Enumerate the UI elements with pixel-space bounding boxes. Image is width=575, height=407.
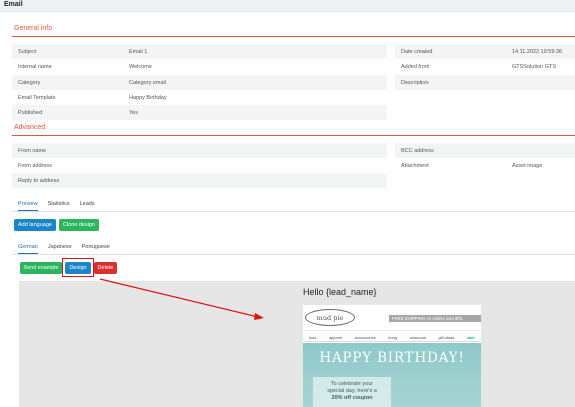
category-item: accessories (354, 334, 376, 340)
category-item: gift ideas (438, 334, 455, 340)
info-value: Email 1 (129, 48, 148, 55)
coupon-line: To celebrate your (330, 381, 374, 387)
adv-row-from-address: From address (12, 158, 387, 173)
info-row-added-from: Added from GTSSolution GTS (395, 59, 575, 74)
info-label: Internal name (18, 63, 52, 70)
main-tabs-divider (12, 211, 575, 212)
coupon-line: special day, here's a (327, 388, 377, 394)
tab-german[interactable]: German (18, 244, 38, 254)
tab-leads[interactable]: Leads (80, 201, 95, 211)
info-label: Category (18, 79, 41, 86)
info-row-category: Category Category email (12, 75, 387, 90)
adv-row-reply-to: Reply to address (12, 173, 387, 188)
add-language-button[interactable]: Add language (14, 219, 56, 231)
adv-row-bcc: BCC address (395, 143, 575, 158)
brand-logo: mud pie (305, 309, 355, 326)
design-button-highlight (62, 258, 94, 277)
coupon-card: To celebrate your special day, here's a … (313, 377, 391, 407)
info-row-internal-name: Internal name Welcome (12, 59, 387, 74)
info-row-email-template: Email Template Happy Birthday (12, 90, 387, 105)
advanced-divider (12, 135, 575, 136)
birthday-headline: HAPPY BIRTHDAY! (319, 350, 465, 366)
adv-row-attachment: Attachment Asset image (395, 158, 575, 173)
info-label: Description (401, 79, 429, 86)
info-label: Date created (401, 48, 433, 55)
delete-button[interactable]: Delete (94, 262, 117, 274)
category-item: apparel (328, 334, 343, 340)
birthday-banner: HAPPY BIRTHDAY! To celebrate your specia… (303, 343, 481, 407)
email-preview: mud pie FREE SHIPPING on orders over $75… (303, 305, 481, 407)
window-title: Email (4, 1, 23, 8)
adv-label: BCC address (401, 147, 434, 154)
general-info-heading: General info (14, 25, 53, 32)
info-row-date-created: Date created 14.11.2022 10:59:36 (395, 44, 575, 59)
adv-row-from-name: From name (12, 143, 387, 158)
tab-japanese[interactable]: Japanese (48, 244, 72, 254)
info-label: Published (18, 109, 43, 116)
info-label: Added from (401, 63, 430, 70)
category-item-sale: sale (466, 334, 475, 340)
info-value: 14.11.2022 10:59:36 (512, 48, 563, 55)
info-row-subject: Subject Email 1 (12, 44, 387, 59)
category-item: kids (309, 334, 317, 340)
window-title-bar: Email (0, 0, 575, 12)
tab-portuguese[interactable]: Portuguese (82, 244, 110, 254)
tab-preview[interactable]: Preview (18, 201, 38, 211)
info-value: GTSSolution GTS (512, 63, 557, 70)
main-tabs: Preview Statistics Leads (18, 201, 105, 211)
email-greeting: Hello {lead_name} (303, 287, 377, 297)
email-preview-area (19, 281, 575, 407)
adv-label: Attachment (401, 162, 429, 169)
advanced-heading: Advanced (14, 124, 46, 131)
category-item: living (388, 334, 398, 340)
adv-value: Asset image (512, 162, 543, 169)
language-tabs-divider (12, 254, 575, 255)
adv-label: From address (18, 162, 52, 169)
coupon-line: 20% off coupon (331, 395, 373, 401)
general-info-divider (12, 36, 575, 37)
info-row-description: Description (395, 75, 575, 90)
info-label: Email Template (18, 94, 56, 101)
clone-design-button[interactable]: Clone design (59, 219, 99, 231)
info-label: Subject (18, 48, 37, 55)
info-value: Happy Birthday (129, 94, 167, 101)
email-header: mud pie FREE SHIPPING on orders over $75 (303, 305, 481, 331)
info-value: Yes (129, 109, 138, 116)
adv-label: Reply to address (18, 177, 60, 184)
info-value: Category email (129, 79, 166, 86)
shipping-banner: FREE SHIPPING on orders over $75 (389, 315, 481, 322)
category-item: seasonal (409, 334, 426, 340)
tab-statistics[interactable]: Statistics (48, 201, 70, 211)
category-nav: kids apparel accessories living seasonal… (303, 333, 481, 342)
send-example-button[interactable]: Send example (20, 262, 62, 274)
info-row-published: Published Yes (12, 105, 387, 120)
info-value: Welcome (129, 63, 152, 70)
language-tabs: German Japanese Portuguese (18, 244, 120, 254)
adv-label: From name (18, 147, 47, 154)
